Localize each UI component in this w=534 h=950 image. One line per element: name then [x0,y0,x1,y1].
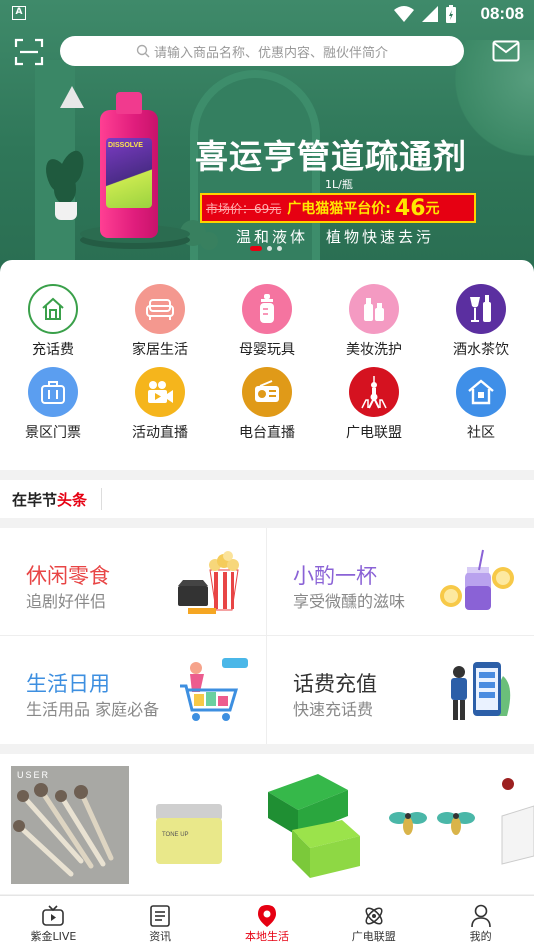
category-grid: 充话费 家居生活 母婴玩具 美妆洗护 酒水茶饮 景区门票 活动直播 电台直播 广… [0,260,534,470]
banner-price-tag: 市场价：69元 广电猫猫平台价: 46 元 [200,193,476,223]
video-camera-icon [135,367,185,417]
tab-local-life[interactable]: 本地生活 [214,896,321,950]
search-placeholder: 请输入商品名称、优惠内容、融伙伴简介 [153,45,388,61]
banner-plant [40,147,89,220]
grid-item-beauty[interactable]: 美妆洗护 [329,284,419,359]
baby-bottle-icon [242,284,292,334]
shopping-cart-icon [180,658,248,721]
promo-phone-recharge[interactable]: 话费充值 快速充话费 [267,636,533,743]
grid-item-drinks[interactable]: 酒水茶饮 [436,284,526,359]
headline-divider [101,488,103,510]
grid-item-event-live[interactable]: 活动直播 [115,367,205,442]
tab-news[interactable]: 资讯 [107,896,214,950]
atom-icon [365,907,383,925]
cosmetics-icon [349,284,399,334]
product-green-soap[interactable] [262,766,362,884]
product-bee-earrings[interactable] [388,766,478,884]
grid-item-community[interactable]: 社区 [436,367,526,442]
product-bottle-image: DISSOLVE [100,92,158,238]
grid-item-broadcast-alliance[interactable]: 广电联盟 [329,367,419,442]
search-icon [136,44,150,58]
grid-item-baby-toys[interactable]: 母婴玩具 [222,284,312,359]
platform-price-label: 广电猫猫平台价: [287,201,391,217]
wifi-icon [394,6,414,22]
promo-daily-goods[interactable]: 生活日用 生活用品 家庭必备 [0,636,266,743]
clock: 08:08 [480,4,524,23]
promo-snacks[interactable]: 休闲零食 追剧好伴侣 [0,528,266,635]
bottom-tab-bar: 紫金LIVE 资讯 本地生活 广电联盟 我的 [0,895,534,950]
battery-icon [446,5,456,23]
product-storage-box[interactable] [496,766,534,884]
banner-pyramid [60,86,84,108]
product-strip: USER TONE UP [0,754,534,894]
news-icon [150,905,170,927]
promo-divider [266,528,267,744]
phone-recharge-icon [451,662,511,720]
platform-price: 46 [394,195,426,221]
search-input[interactable]: 请输入商品名称、优惠内容、融伙伴简介 [60,36,464,66]
ticket-bag-icon [28,367,78,417]
grid-item-scenic-tickets[interactable]: 景区门票 [8,367,98,442]
svg-text:TONE UP: TONE UP [162,832,189,838]
banner-ball [200,232,218,250]
scan-icon[interactable] [14,38,44,66]
promo-drinks[interactable]: 小酌一杯 享受微醺的滋味 [267,528,533,635]
sofa-icon [135,284,185,334]
notification-icon: A [12,6,26,20]
message-icon[interactable] [492,40,520,62]
product-makeup-brushes[interactable]: USER [11,766,129,884]
status-bar: A 08:08 [0,0,534,28]
svg-text:USER: USER [17,770,50,780]
signal-icon [422,6,438,22]
tab-broadcast-alliance[interactable]: 广电联盟 [320,896,427,950]
promo-divider [0,635,534,636]
community-house-icon [456,367,506,417]
house-outline-icon [28,284,78,334]
price-unit: 元 [425,201,440,217]
headline-bar[interactable]: 在毕节头条 [0,480,534,518]
drink-jar-icon [440,549,514,610]
person-icon [470,904,491,928]
tower-icon [349,367,399,417]
tab-profile[interactable]: 我的 [427,896,534,950]
grid-item-home-living[interactable]: 家居生活 [115,284,205,359]
wine-bottle-icon [456,284,506,334]
radio-icon [242,367,292,417]
banner-page-indicator [250,246,282,251]
headline-logo: 在毕节头条 [12,490,88,509]
popcorn-icon [178,551,239,614]
grid-item-radio-live[interactable]: 电台直播 [222,367,312,442]
product-face-cream[interactable]: TONE UP [150,766,230,884]
tab-live[interactable]: 紫金LIVE [0,896,107,950]
location-pin-icon [257,905,276,927]
banner-spec: 1L/瓶 [325,178,353,191]
promo-grid: 休闲零食 追剧好伴侣 小酌一杯 享受微醺的滋味 生活日用 生活用品 家庭必备 话… [0,528,534,744]
tv-icon [42,905,65,926]
banner-title: 喜运亨管道疏通剂 [195,137,467,176]
grid-item-recharge[interactable]: 充话费 [8,284,98,359]
banner-slogan: 温和液体 植物快速去污 [236,228,435,246]
old-price: 市场价：69元 [206,201,282,216]
